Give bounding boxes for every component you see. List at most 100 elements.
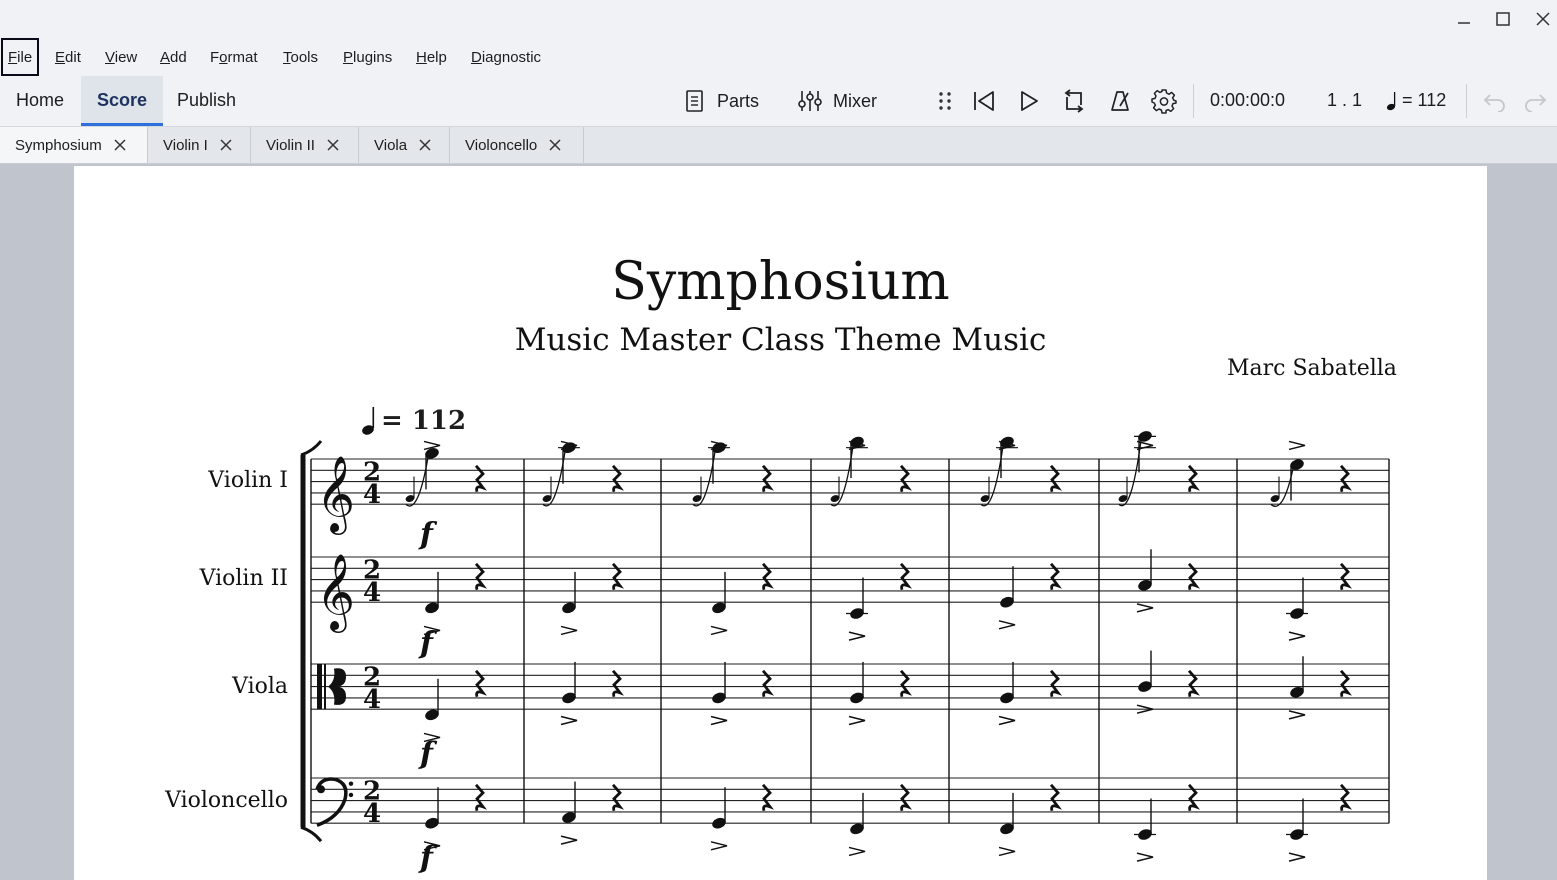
parts-button[interactable]: Parts [685,86,759,116]
bass-clef [348,781,354,786]
menu-view[interactable]: View [98,38,144,76]
time-signature: 2 [363,458,381,488]
close-icon[interactable] [1529,6,1557,32]
accent-mark [1136,852,1154,862]
doc-tab-violoncello[interactable]: Violoncello [450,127,584,163]
accent-mark [1288,440,1306,451]
close-tab-icon[interactable] [417,137,433,153]
quarter-rest [761,562,774,591]
loop-icon[interactable] [1060,88,1088,114]
quarter-rest [761,464,774,493]
close-tab-icon[interactable] [112,137,128,153]
menu-diagnostic[interactable]: Diagnostic [464,38,548,76]
instrument-name[interactable]: Violin II [88,566,288,591]
accent-mark [1136,603,1154,613]
maximize-icon[interactable] [1489,6,1517,32]
menu-format[interactable]: Format [203,38,265,76]
doc-tab-viola[interactable]: Viola [359,127,450,163]
grace-note [542,495,552,503]
slur [405,457,429,507]
treble-clef: 𝄞 [316,553,355,633]
quarter-note-icon [1386,91,1398,111]
close-tab-icon[interactable] [547,137,563,153]
redo-icon[interactable] [1521,88,1549,114]
undo-icon[interactable] [1481,88,1509,114]
tab-home[interactable]: Home [0,76,80,126]
accent-mark [560,835,578,845]
doc-tab-violin-ii[interactable]: Violin II [251,127,359,163]
metronome-icon[interactable] [1106,88,1134,114]
drag-handle-icon[interactable] [931,88,959,114]
accent-mark [560,440,578,451]
title-bar [0,0,1557,38]
tab-score[interactable]: Score [81,76,164,126]
toolbar-divider [1466,84,1467,118]
quarter-rest [611,562,624,591]
slur [1270,468,1294,507]
accent-mark [710,841,728,851]
note [850,436,864,448]
rewind-icon[interactable] [970,88,998,114]
tab-publish[interactable]: Publish [161,76,252,126]
note [1000,596,1014,608]
tempo-marking[interactable]: = 112 [361,406,466,436]
menu-add[interactable]: Add [153,38,194,76]
quarter-rest [1187,783,1200,812]
score-page[interactable]: Symphosium Music Master Class Theme Musi… [74,166,1487,880]
treble-clef: 𝄞 [316,455,355,535]
slur [692,451,716,507]
score-composer[interactable]: Marc Sabatella [1227,356,1397,381]
bass-clef [317,785,325,794]
close-tab-icon[interactable] [325,137,341,153]
alto-clef [317,664,322,710]
time-signature: 2 [363,663,381,693]
doc-tab-label: Violin I [163,136,208,154]
grace-note [405,495,415,503]
accent-mark [998,846,1016,857]
quarter-rest [761,783,774,812]
score-subtitle[interactable]: Music Master Class Theme Music [74,322,1487,358]
score-title[interactable]: Symphosium [74,252,1487,312]
instrument-name[interactable]: Violin I [88,468,288,493]
note [1000,823,1014,835]
menu-help[interactable]: Help [409,38,454,76]
time-signature: 2 [363,777,381,807]
minimize-icon[interactable] [1450,6,1478,32]
note [425,709,439,721]
menu-file[interactable]: File [1,38,40,76]
accent-mark [423,440,441,451]
note [425,602,439,614]
time-signature: 4 [363,799,381,829]
note [850,692,864,704]
note [850,608,864,619]
menu-plugins[interactable]: Plugins [336,38,399,76]
instrument-name[interactable]: Violoncello [88,788,288,813]
doc-tab-symphosium[interactable]: Symphosium [0,127,148,163]
parts-label: Parts [717,90,760,111]
menu-edit[interactable]: Edit [48,38,88,76]
dynamic-marking: f [418,840,438,875]
instrument-name[interactable]: Viola [88,674,288,699]
accent-mark [710,715,728,726]
slur [542,451,566,507]
play-icon[interactable] [1015,88,1043,114]
accent-mark [998,715,1016,726]
menu-tools[interactable]: Tools [276,38,325,76]
note [1138,829,1152,840]
accent-mark [560,625,578,636]
quarter-rest [1187,669,1200,698]
playback-time: 0:00:00:0 [1210,90,1286,110]
note [1138,579,1152,591]
time-signature: 2 [363,556,381,586]
close-tab-icon[interactable] [218,137,234,153]
quarter-rest [1339,669,1352,698]
gear-icon[interactable] [1150,88,1178,114]
note [1138,431,1152,442]
note [1000,436,1014,448]
doc-tab-violin-i[interactable]: Violin I [148,127,251,163]
quarter-rest [611,669,624,698]
toolbar-divider [1193,84,1194,118]
note [562,602,576,614]
note [712,817,726,829]
mixer-button[interactable]: Mixer [797,86,877,116]
